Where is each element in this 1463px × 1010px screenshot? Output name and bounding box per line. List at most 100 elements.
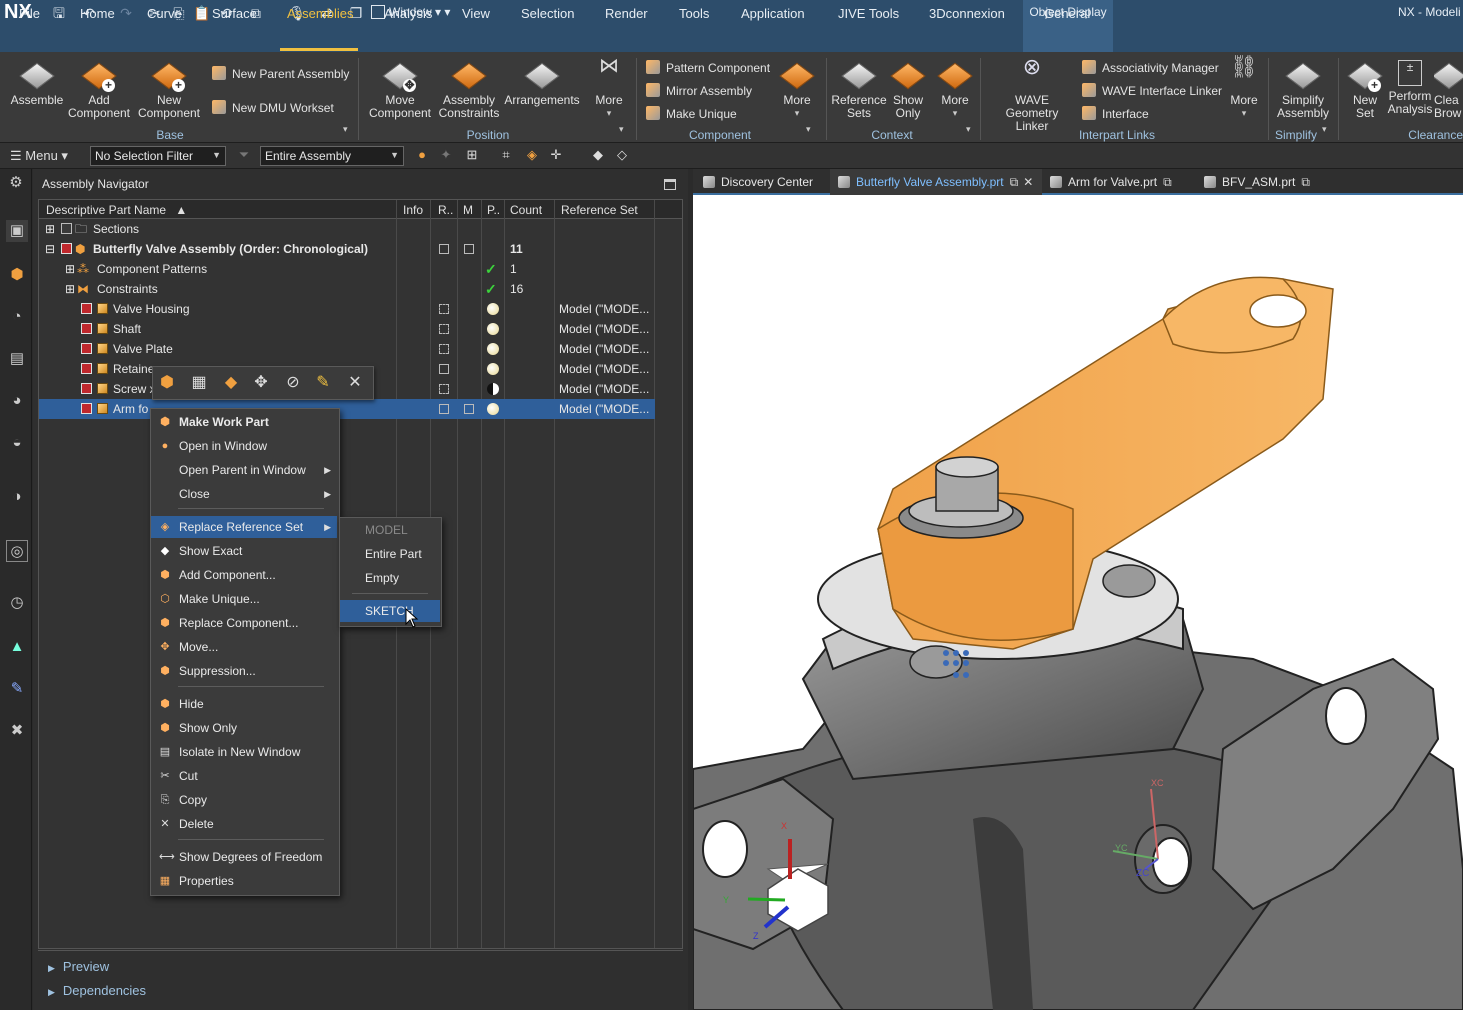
tab-assemblies[interactable]: Assemblies [287,6,353,21]
col-modified[interactable]: M [463,203,473,217]
wave-interface-linker-button[interactable]: WAVE Interface Linker [1082,83,1222,98]
constraint-navigator-icon[interactable]: ⬢ [6,264,28,286]
hd3d-tools-icon[interactable]: ◕ [6,390,28,412]
maximize-icon[interactable] [664,179,676,190]
tree-row-valve-plate[interactable]: Valve Plate Model ("MODE... [39,339,682,359]
tab-analysis[interactable]: Analysis [384,6,432,21]
filter-reset-icon[interactable]: ⏷ [236,147,252,163]
more-context-button[interactable]: More ▾ [934,60,976,120]
reference-set-icon[interactable]: ◆ [220,372,242,394]
col-reference-set[interactable]: Reference Set [561,203,638,217]
menu-cut[interactable]: ✂ Cut [151,765,337,787]
perform-analysis-button[interactable]: ± Perform Analysis [1386,60,1434,116]
edit-display-icon[interactable]: ✎ [312,372,334,394]
menu-add-component[interactable]: ⬢ Add Component... [151,564,337,586]
position-expand-icon[interactable]: ▾ [619,124,624,135]
submenu-entire-part[interactable]: Entire Part [340,543,440,565]
redo-icon[interactable]: ↷ [117,4,135,22]
clock-icon[interactable]: ◷ [6,592,28,614]
solid-body-icon[interactable]: ◆ [590,147,606,163]
col-read-only[interactable]: R.. [438,203,453,217]
save-icon[interactable]: 🖫 [50,4,68,22]
component-filter-icon[interactable]: ◈ [524,147,540,163]
close-tab-icon[interactable]: ✕ [1023,175,1033,189]
selection-scope-dropdown[interactable]: Entire Assembly ▼ [260,146,404,166]
popout-icon[interactable]: ⧉ [1010,175,1019,189]
popout-icon[interactable]: ⧉ [1301,175,1310,189]
menu-button[interactable]: ☰ Menu ▾ [10,148,68,164]
tab-bfv-asm[interactable]: BFV_ASM.prt ⧉ [1196,169,1326,195]
menu-close[interactable]: Close ▶ [151,483,337,505]
settings-icon[interactable]: ⚙ [5,172,27,194]
history-icon[interactable]: ◑ [6,486,28,508]
tree-row-shaft[interactable]: Shaft Model ("MODE... [39,319,682,339]
visibility-checkbox[interactable] [81,363,92,374]
make-unique-button[interactable]: Make Unique [646,106,737,121]
snap-point-icon[interactable]: ✛ [548,147,564,163]
assembly-navigator-tab-icon[interactable]: ▣ [6,220,28,242]
pattern-component-button[interactable]: Pattern Component [646,60,770,75]
col-info[interactable]: Info [403,203,423,217]
simplify-assembly-button[interactable]: Simplify Assembly [1272,60,1334,120]
menu-replace-component[interactable]: ⬢ Replace Component... [151,612,337,634]
new-parent-assembly-button[interactable]: New Parent Assembly [212,66,349,81]
associativity-manager-button[interactable]: Associativity Manager [1082,60,1219,75]
visibility-checkbox[interactable] [81,303,92,314]
part-navigator-icon[interactable]: ◔ [6,306,28,328]
reuse-library-icon[interactable]: ▤ [6,348,28,370]
visibility-checkbox[interactable] [81,323,92,334]
select-component-icon[interactable]: ● [414,147,430,163]
new-component-button[interactable]: + New Component [134,60,204,120]
submenu-model[interactable]: MODEL [340,519,440,541]
visibility-checkbox[interactable] [61,223,72,234]
interface-button[interactable]: Interface [1082,106,1149,121]
process-studio-icon[interactable]: ▲ [6,636,28,658]
menu-open-parent-in-window[interactable]: Open Parent in Window ▶ [151,459,337,481]
visibility-checkbox[interactable] [81,403,92,414]
tree-row-valve-housing[interactable]: Valve Housing Model ("MODE... [39,299,682,319]
simplify-expand-icon[interactable]: ▾ [1322,124,1327,135]
graphics-window[interactable]: X Y Z XC YC ZC [692,169,1463,1010]
tab-application[interactable]: Application [741,6,805,21]
menu-hide[interactable]: ⬢ Hide [151,693,337,715]
more-component-button[interactable]: More ▾ [776,60,818,120]
web-browser-icon[interactable]: ◒ [6,432,28,454]
snap-icon[interactable]: ⌗ [498,147,514,163]
visibility-checkbox[interactable] [61,243,72,254]
menu-copy[interactable]: ⎘ Copy [151,789,337,811]
menu-open-in-window[interactable]: ● Open in Window [151,435,337,457]
system-materials-icon[interactable]: ◎ [6,540,28,562]
context-expand-icon[interactable]: ▾ [966,124,971,135]
tab-general[interactable]: General [1044,6,1090,21]
popout-icon[interactable]: ⧉ [1163,175,1172,189]
hide-icon[interactable]: ⊘ [282,372,304,394]
tools-icon[interactable]: ✖ [6,720,28,742]
tree-row-arm-for-valve[interactable]: Arm fo Model ("MODE... [39,399,655,419]
tab-tools[interactable]: Tools [679,6,709,21]
paste-icon[interactable]: 📋 [193,4,211,22]
visibility-checkbox[interactable] [81,383,92,394]
arrangements-button[interactable]: Arrangements [504,60,580,107]
menu-show-degrees-of-freedom[interactable]: ⟷ Show Degrees of Freedom [151,846,337,868]
collapse-icon[interactable]: ⊟ [45,239,55,259]
clean-brow-button[interactable]: Clea Brow [1434,60,1463,120]
preview-section[interactable]: ▶ Preview [48,959,109,974]
mirror-assembly-button[interactable]: Mirror Assembly [646,83,752,98]
tree-row-sections[interactable]: ⊞ 🗀 Sections [39,219,682,239]
menu-make-work-part[interactable]: ⬢ Make Work Part [151,411,337,433]
roles-icon[interactable]: ✎ [6,678,28,700]
add-component-button[interactable]: + Add Component [66,60,132,120]
type-filter-icon[interactable]: ⊞ [464,147,480,163]
show-only-button[interactable]: Show Only [886,60,930,120]
new-dmu-workset-button[interactable]: New DMU Workset [212,100,334,115]
menu-move[interactable]: ✥ Move... [151,636,337,658]
menu-show-only[interactable]: ⬢ Show Only [151,717,337,739]
selection-filter-dropdown[interactable]: No Selection Filter ▼ [90,146,226,166]
move-component-button[interactable]: ✥ Move Component [364,60,436,120]
menu-make-unique[interactable]: ⬡ Make Unique... [151,588,337,610]
new-set-button[interactable]: + New Set [1344,60,1386,120]
reference-sets-button[interactable]: Reference Sets [830,60,888,120]
menu-properties[interactable]: ▦ Properties [151,870,337,892]
tab-jive-tools[interactable]: JIVE Tools [838,6,899,21]
shaded-body-icon[interactable]: ◇ [614,147,630,163]
